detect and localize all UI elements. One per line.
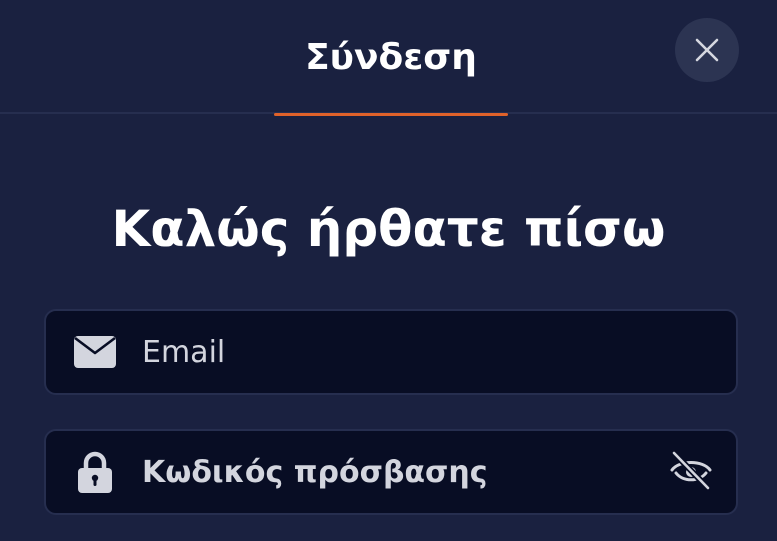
email-field-container: [44, 309, 738, 395]
eye-off-icon: [670, 450, 712, 491]
password-visibility-toggle[interactable]: [666, 445, 716, 495]
email-input[interactable]: [142, 311, 642, 393]
tab-active-indicator: [274, 113, 508, 116]
password-input[interactable]: [142, 431, 642, 513]
password-field-container: [44, 429, 738, 515]
close-button[interactable]: [675, 18, 739, 82]
envelope-icon: [74, 311, 116, 393]
tab-login-label: Σύνδεση: [305, 37, 477, 78]
login-modal: Σύνδεση Καλώς ήρθατε πίσω: [0, 0, 777, 541]
tab-login[interactable]: Σύνδεση: [274, 0, 508, 116]
close-icon: [695, 38, 719, 62]
modal-header: Σύνδεση: [0, 0, 777, 116]
lock-icon: [74, 431, 116, 513]
page-title: Καλώς ήρθατε πίσω: [111, 200, 666, 258]
